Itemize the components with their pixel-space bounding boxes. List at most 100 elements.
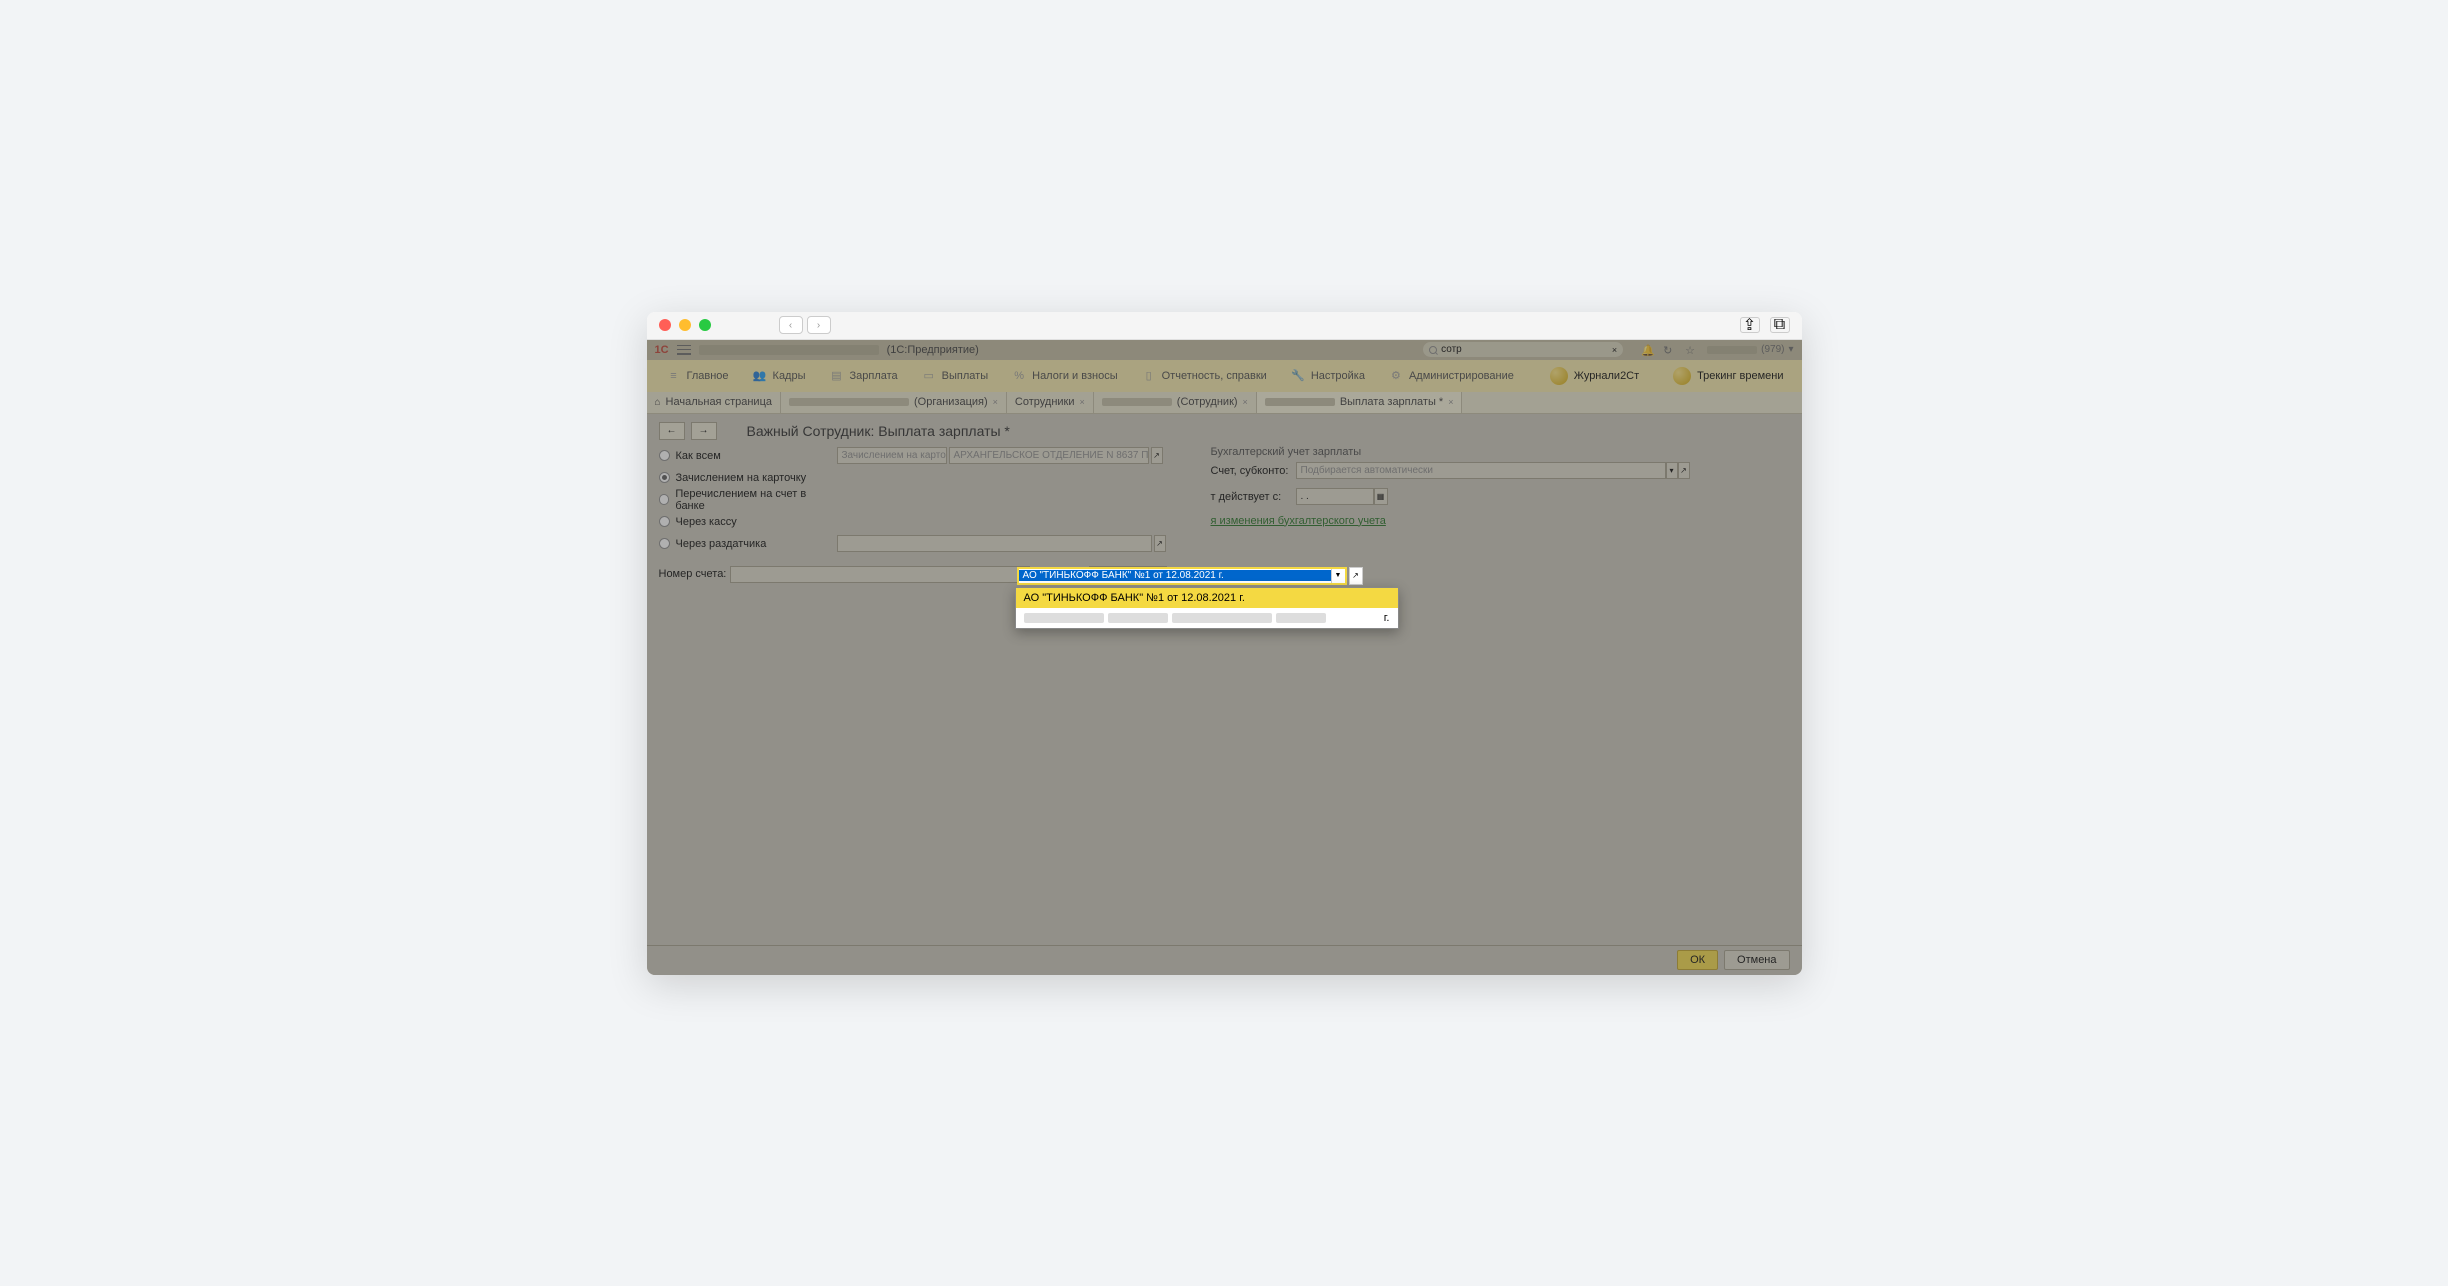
field-open-icon[interactable]: ↗ [1154, 535, 1166, 552]
search-input[interactable]: сотр × [1423, 342, 1623, 357]
tab-employee[interactable]: (Сотрудник)× [1094, 392, 1257, 413]
gear-icon: ⚙ [1389, 369, 1403, 383]
toolbar-payouts[interactable]: ▭Выплаты [910, 369, 1000, 383]
forward-button[interactable]: › [807, 316, 831, 334]
main-toolbar: ≡Главное 👥Кадры ▤Зарплата ▭Выплаты %Нало… [647, 360, 1802, 392]
nav-back-button[interactable]: ← [659, 422, 685, 440]
close-window-button[interactable] [659, 319, 671, 331]
toolbar-journal[interactable]: Журнали2Ст [1540, 367, 1649, 385]
list-icon: ≡ [667, 369, 681, 383]
home-icon: ⌂ [655, 397, 661, 408]
accounting-header: Бухгалтерский учет зарплаты [1211, 446, 1690, 458]
dropdown-option-1[interactable]: АО "ТИНЬКОФФ БАНК" №1 от 12.08.2021 г. [1016, 588, 1398, 608]
journal-icon [1550, 367, 1568, 385]
back-button[interactable]: ‹ [779, 316, 803, 334]
tab-bar: ⌂Начальная страница (Организация)× Сотру… [647, 392, 1802, 414]
toolbar-reports[interactable]: ▯Отчетность, справки [1130, 369, 1279, 383]
tab-current-redacted [1265, 398, 1335, 406]
tab-employees[interactable]: Сотрудники× [1007, 392, 1094, 413]
ok-button[interactable]: ОК [1677, 950, 1718, 970]
radio-bank-label: Перечислением на счет в банке [675, 488, 836, 512]
tab-close-icon[interactable]: × [993, 397, 998, 407]
distributor-field[interactable] [837, 535, 1152, 552]
tab-home[interactable]: ⌂Начальная страница [647, 392, 781, 413]
toolbar-main[interactable]: ≡Главное [655, 369, 741, 383]
redacted-text [1024, 613, 1104, 623]
tab-emp-redacted [1102, 398, 1172, 406]
dropdown-toggle-icon[interactable]: ▼ [1331, 569, 1345, 583]
radio-all[interactable] [659, 450, 670, 461]
caret-down-icon: ▾ [1788, 344, 1793, 355]
account-field[interactable]: Подбирается автоматически [1296, 462, 1666, 479]
app-window: ‹ › ⇪ ⧉ 1C (1С:Предприятие) сотр × 🔔 ↻ ☆ [647, 312, 1802, 975]
bank-branch-field[interactable]: АРХАНГЕЛЬСКОЕ ОТДЕЛЕНИЕ N 8637 П [949, 447, 1149, 464]
document-icon: ▯ [1142, 369, 1156, 383]
radio-dist-label: Через раздатчика [676, 538, 767, 550]
minimize-window-button[interactable] [679, 319, 691, 331]
tab-current[interactable]: Выплата зарплаты *× [1257, 392, 1463, 413]
toolbar-admin[interactable]: ⚙Администрирование [1377, 369, 1526, 383]
app-body: 1C (1С:Предприятие) сотр × 🔔 ↻ ☆ (979) ▾ [647, 340, 1802, 975]
app-header: 1C (1С:Предприятие) сотр × 🔔 ↻ ☆ (979) ▾ [647, 340, 1802, 360]
footer: ОК Отмена [647, 945, 1802, 975]
tab-close-icon[interactable]: × [1080, 397, 1085, 407]
field-open-icon[interactable]: ↗ [1678, 462, 1690, 479]
username-redacted [1707, 346, 1757, 354]
nav-forward-button[interactable]: → [691, 422, 717, 440]
maximize-window-button[interactable] [699, 319, 711, 331]
cancel-button[interactable]: Отмена [1724, 950, 1789, 970]
account-number-label: Номер счета: [659, 568, 727, 580]
radio-dist[interactable] [659, 538, 670, 549]
user-info[interactable]: (979) ▾ [1707, 344, 1793, 355]
wallet-icon: ▭ [922, 369, 936, 383]
content-area: ← → Важный Сотрудник: Выплата зарплаты *… [647, 414, 1802, 945]
percent-icon: % [1012, 369, 1026, 383]
radio-bank[interactable] [659, 494, 670, 505]
app-title-suffix: (1С:Предприятие) [887, 344, 979, 356]
search-text: сотр [1441, 344, 1462, 355]
titlebar: ‹ › ⇪ ⧉ [647, 312, 1802, 340]
dropdown-option-2[interactable]: г. [1016, 608, 1398, 628]
redacted-text [1108, 613, 1168, 623]
tab-close-icon[interactable]: × [1243, 397, 1248, 407]
radio-all-label: Как всем [676, 450, 721, 462]
tab-close-icon[interactable]: × [1448, 397, 1453, 407]
page-title: Важный Сотрудник: Выплата зарплаты * [747, 423, 1010, 439]
field-open-icon[interactable]: ↗ [1151, 447, 1163, 464]
radio-cash[interactable] [659, 516, 670, 527]
card-method-field[interactable]: Зачислением на карточк [837, 447, 947, 464]
history-link[interactable]: я изменения бухгалтерского учета [1211, 515, 1386, 527]
salary-project-selector: АО "ТИНЬКОФФ БАНК" №1 от 12.08.2021 г. ▼… [1017, 567, 1363, 585]
toolbar-settings[interactable]: 🔧Настройка [1279, 369, 1377, 383]
bell-icon[interactable]: 🔔 [1641, 344, 1653, 356]
logo-1c: 1C [655, 344, 669, 356]
search-icon [1429, 346, 1437, 354]
toolbar-timetrack[interactable]: Трекинг времени [1663, 367, 1793, 385]
menu-icon[interactable] [677, 345, 691, 355]
clear-search-icon[interactable]: × [1612, 345, 1617, 355]
money-icon: ▤ [830, 369, 844, 383]
effective-date-field[interactable]: . . [1296, 488, 1374, 505]
toolbar-salary[interactable]: ▤Зарплата [818, 369, 910, 383]
salary-project-input[interactable]: АО "ТИНЬКОФФ БАНК" №1 от 12.08.2021 г. ▼ [1017, 567, 1347, 585]
calendar-icon[interactable]: ▦ [1374, 488, 1388, 505]
dropdown-list: АО "ТИНЬКОФФ БАНК" №1 от 12.08.2021 г. г… [1015, 587, 1399, 629]
toolbar-personnel[interactable]: 👥Кадры [741, 369, 818, 383]
radio-card[interactable] [659, 472, 670, 483]
history-icon[interactable]: ↻ [1663, 344, 1675, 356]
toolbar-taxes[interactable]: %Налоги и взносы [1000, 369, 1130, 383]
star-icon[interactable]: ☆ [1685, 344, 1697, 356]
option2-suffix: г. [1384, 612, 1390, 624]
field-open-icon[interactable]: ↗ [1349, 567, 1363, 585]
tab-org[interactable]: (Организация)× [781, 392, 1007, 413]
wrench-icon: 🔧 [1291, 369, 1305, 383]
account-label: Счет, субконто: [1211, 465, 1296, 477]
tabs-icon[interactable]: ⧉ [1770, 317, 1790, 333]
user-count: (979) [1761, 344, 1784, 355]
radio-card-label: Зачислением на карточку [676, 472, 807, 484]
share-icon[interactable]: ⇪ [1740, 317, 1760, 333]
traffic-lights [659, 319, 711, 331]
dropdown-icon[interactable]: ▾ [1666, 462, 1678, 479]
radio-cash-label: Через кассу [676, 516, 737, 528]
account-number-field[interactable] [730, 566, 1030, 583]
